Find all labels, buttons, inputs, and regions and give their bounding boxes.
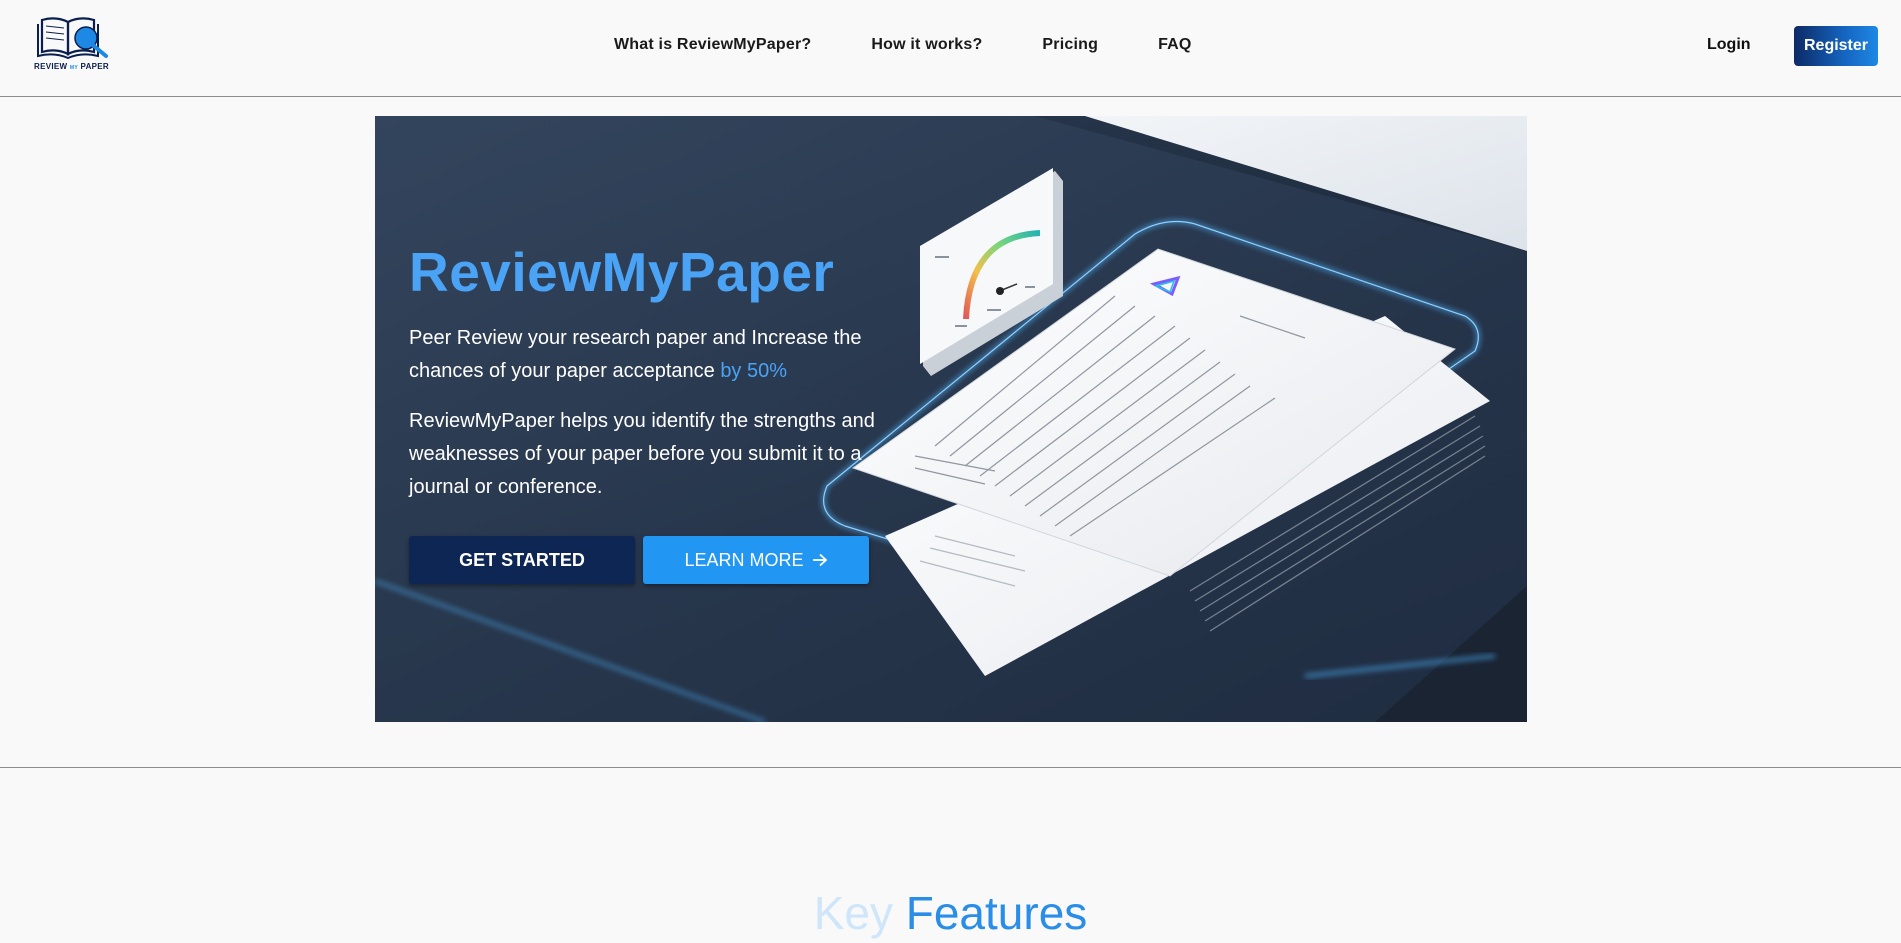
hero-banner: ReviewMyPaper Peer Review your research … <box>375 116 1527 722</box>
nav-item-pricing[interactable]: Pricing <box>1042 36 1098 54</box>
hero-title: ReviewMyPaper <box>409 241 835 303</box>
register-button[interactable]: Register <box>1794 26 1878 66</box>
book-magnifier-icon <box>37 17 108 60</box>
login-link[interactable]: Login <box>1707 36 1751 54</box>
hero-subtitle-highlight: by 50% <box>720 360 788 382</box>
nav-item-how-it-works[interactable]: How it works? <box>871 36 982 54</box>
site-header: REVIEW MY PAPER What is ReviewMyPaper? H… <box>0 0 1901 97</box>
logo-wordmark: REVIEW MY PAPER <box>34 62 109 71</box>
site-logo[interactable]: REVIEW MY PAPER <box>34 12 126 74</box>
main-nav: What is ReviewMyPaper? How it works? Pri… <box>614 36 1192 54</box>
key-features-heading: Key Features <box>813 887 1088 939</box>
get-started-button[interactable]: GET STARTED <box>409 536 635 584</box>
learn-more-label: LEARN MORE <box>684 549 804 570</box>
learn-more-button[interactable]: LEARN MORE <box>643 536 869 584</box>
hero-subtitle: Peer Review your research paper and Incr… <box>409 327 862 382</box>
nav-item-what-is[interactable]: What is ReviewMyPaper? <box>614 36 811 54</box>
hero-description: ReviewMyPaper helps you identify the str… <box>409 410 875 498</box>
section-divider <box>0 767 1901 768</box>
arrow-right-icon <box>812 553 827 567</box>
nav-item-faq[interactable]: FAQ <box>1158 36 1192 54</box>
